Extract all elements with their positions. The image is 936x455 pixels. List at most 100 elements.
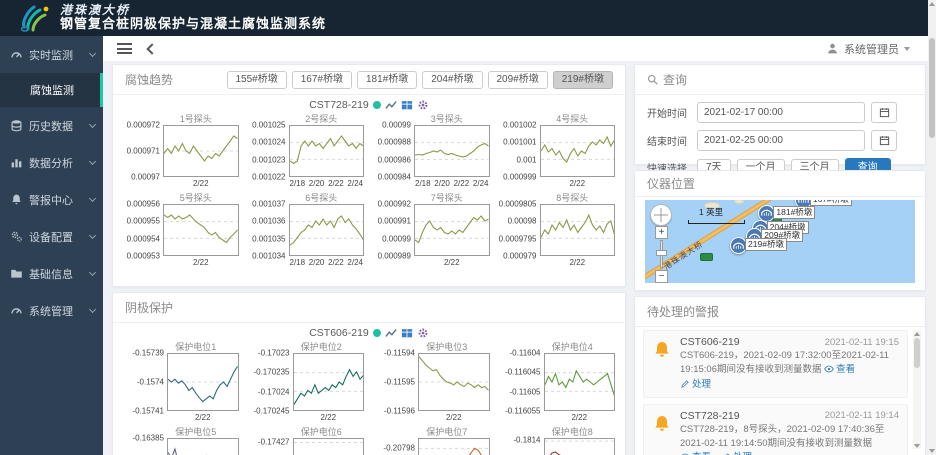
x-axis-labels: 2/22	[544, 411, 616, 423]
y-axis-labels: 0.0010370.0010360.0010350.001034	[245, 204, 289, 256]
topbar: 系统管理员	[103, 36, 928, 62]
chart-plot-area	[163, 125, 239, 177]
chart-plot-area	[540, 125, 616, 177]
chart-plot-area	[414, 204, 490, 256]
chevron-down-icon	[89, 49, 96, 56]
y-axis-labels: 0.0010020.0010010.0010.000999	[496, 125, 540, 177]
scroll-down-icon[interactable]	[914, 444, 920, 448]
island-shape	[734, 200, 744, 204]
hamburger-menu-icon[interactable]	[117, 41, 132, 57]
end-calendar-button[interactable]	[871, 130, 897, 151]
bar-chart-icon	[10, 156, 23, 169]
location-map[interactable]: 港珠澳大桥 1 英里 + − 167#桥墩181#桥墩204#桥墩209#桥墩2…	[645, 200, 915, 283]
map-pan-control[interactable]	[650, 204, 672, 226]
alert-description: CST728-219，8号探头，2021-02-09 17:40:36至2021…	[680, 423, 899, 455]
start-time-input[interactable]	[697, 102, 865, 123]
sidebar-item-history-data[interactable]: 历史数据	[0, 107, 103, 144]
query-panel-title: 查询	[647, 71, 687, 88]
x-axis-labels: 2/22	[293, 411, 365, 423]
y-axis-labels: -0.1814-0.18141-0.18142	[496, 438, 544, 455]
chart-plot-area	[167, 438, 239, 455]
chart-plot-area	[293, 438, 365, 455]
alert-item: CST728-2192021-02-11 19:14CST728-219，8号探…	[643, 404, 908, 455]
scroll-down-icon[interactable]	[929, 449, 935, 453]
pier-button-209[interactable]: 209#桥墩	[488, 71, 548, 89]
scroll-up-icon[interactable]	[914, 332, 920, 336]
mini-chart-7号探头: 7号探头0.0009920.0009910.000990.0009892/22	[370, 192, 490, 268]
sidebar-item-device-config[interactable]: 设备配置	[0, 218, 103, 255]
chart-plot-area	[289, 204, 365, 256]
data-table-icon[interactable]	[401, 327, 413, 339]
bell-icon	[10, 193, 23, 206]
chevron-down-icon	[89, 157, 96, 164]
end-time-input[interactable]	[697, 130, 865, 151]
chart-plot-area	[163, 204, 239, 256]
back-chevron-icon[interactable]	[146, 43, 157, 54]
y-axis-labels: -0.16385-0.163855-0.16386	[119, 438, 167, 455]
chevron-down-icon	[89, 194, 96, 201]
corrosion-panel-title: 腐蚀趋势	[125, 71, 173, 88]
alert-description: CST606-219，2021-02-09 17:32:00至2021-02-1…	[680, 349, 899, 392]
sidebar-item-alarm-center[interactable]: 警报中心	[0, 181, 103, 218]
pier-button-155[interactable]: 155#桥墩	[227, 71, 287, 89]
alert-timestamp: 2021-02-11 19:14	[825, 410, 899, 421]
x-axis-labels: 2/22	[163, 177, 239, 189]
y-axis-labels: 0.000990.0009880.0009860.000984	[370, 125, 414, 177]
corrosion-panel-header: 腐蚀趋势 155#桥墩 167#桥墩 181#桥墩 204#桥墩 209#桥墩 219#桥…	[113, 65, 625, 95]
sidebar-item-basic-info[interactable]: 基础信息	[0, 255, 103, 292]
sidebar-item-realtime-monitor[interactable]: 实时监测	[0, 36, 103, 73]
scroll-up-icon[interactable]	[929, 2, 935, 6]
x-axis-labels: 2/182/202/222/24	[289, 177, 365, 189]
pier-button-204[interactable]: 204#桥墩	[422, 71, 482, 89]
mini-chart-保护电位4: 保护电位4-0.11604-0.116045-0.11605-0.1160552…	[496, 341, 616, 423]
brand-logo-icon	[18, 3, 52, 33]
zoom-in-button[interactable]: +	[655, 226, 668, 239]
settings-gear-icon[interactable]	[417, 327, 429, 339]
sidebar-item-system-admin[interactable]: 系统管理	[0, 292, 103, 329]
x-axis-labels: 2/182/202/222/24	[414, 177, 490, 189]
alerts-list: CST606-2192021-02-11 19:15CST606-219，202…	[643, 330, 908, 455]
pending-alerts-panel: 待处理的警报 CST606-2192021-02-11 19:15CST606-…	[634, 296, 926, 455]
pier-button-181[interactable]: 181#桥墩	[357, 71, 417, 89]
user-name: 系统管理员	[844, 41, 899, 57]
mini-chart-4号探头: 4号探头0.0010020.0010010.0010.0009992/22	[496, 113, 616, 189]
pier-button-167[interactable]: 167#桥墩	[292, 71, 352, 89]
map-panel-title: 仪器位置	[647, 175, 695, 192]
map-scale-label: 1 英里	[699, 206, 723, 218]
line-chart-toggle-icon[interactable]	[385, 99, 397, 111]
start-time-row: 开始时间	[647, 102, 913, 123]
y-axis-labels: 0.0009920.0009910.000990.000989	[370, 204, 414, 256]
page-scrollbar[interactable]	[928, 0, 936, 455]
alert-handle-link[interactable]: 处理	[680, 379, 711, 390]
sidebar-item-label: 警报中心	[29, 192, 90, 208]
x-axis-labels: 2/182/202/222/24	[289, 256, 365, 268]
chart-plot-area	[418, 353, 490, 411]
sidebar-subitem-corrosion-monitor[interactable]: 腐蚀监测	[0, 73, 103, 107]
chart-plot-area	[414, 125, 490, 177]
map-marker-219[interactable]: 219#桥墩	[730, 237, 747, 254]
alerts-scrollbar-thumb[interactable]	[914, 338, 920, 368]
chart-plot-area	[418, 438, 490, 455]
user-menu[interactable]: 系统管理员	[826, 41, 910, 57]
alerts-scrollbar[interactable]	[913, 331, 921, 449]
page-scrollbar-thumb[interactable]	[929, 38, 935, 138]
legend-dot-icon	[373, 101, 381, 109]
pier-button-219[interactable]: 219#桥墩	[553, 71, 613, 89]
device-label: CST728-219	[309, 99, 369, 111]
device-label: CST606-219	[309, 327, 369, 339]
end-time-row: 结束时间	[647, 130, 913, 151]
sidebar-item-label: 历史数据	[29, 118, 90, 134]
data-table-icon[interactable]	[401, 99, 413, 111]
settings-gear-icon[interactable]	[417, 99, 429, 111]
zoom-slider-thumb[interactable]	[656, 250, 667, 256]
line-chart-toggle-icon[interactable]	[385, 327, 397, 339]
y-axis-labels: -0.15739-0.1574-0.15741	[119, 353, 167, 411]
start-calendar-button[interactable]	[871, 102, 897, 123]
alert-view-link[interactable]: 查看	[824, 364, 855, 375]
mini-chart-3号探头: 3号探头0.000990.0009880.0009860.0009842/182…	[370, 113, 490, 189]
zoom-out-button[interactable]: −	[655, 270, 668, 283]
x-axis-labels: 2/22	[163, 256, 239, 268]
sidebar-item-data-analysis[interactable]: 数据分析	[0, 144, 103, 181]
chevron-down-icon	[89, 120, 96, 127]
cathodic-protection-panel: 阴极保护 CST606-219 保护电位1-0.15739-0.1574-0.1…	[112, 292, 626, 455]
